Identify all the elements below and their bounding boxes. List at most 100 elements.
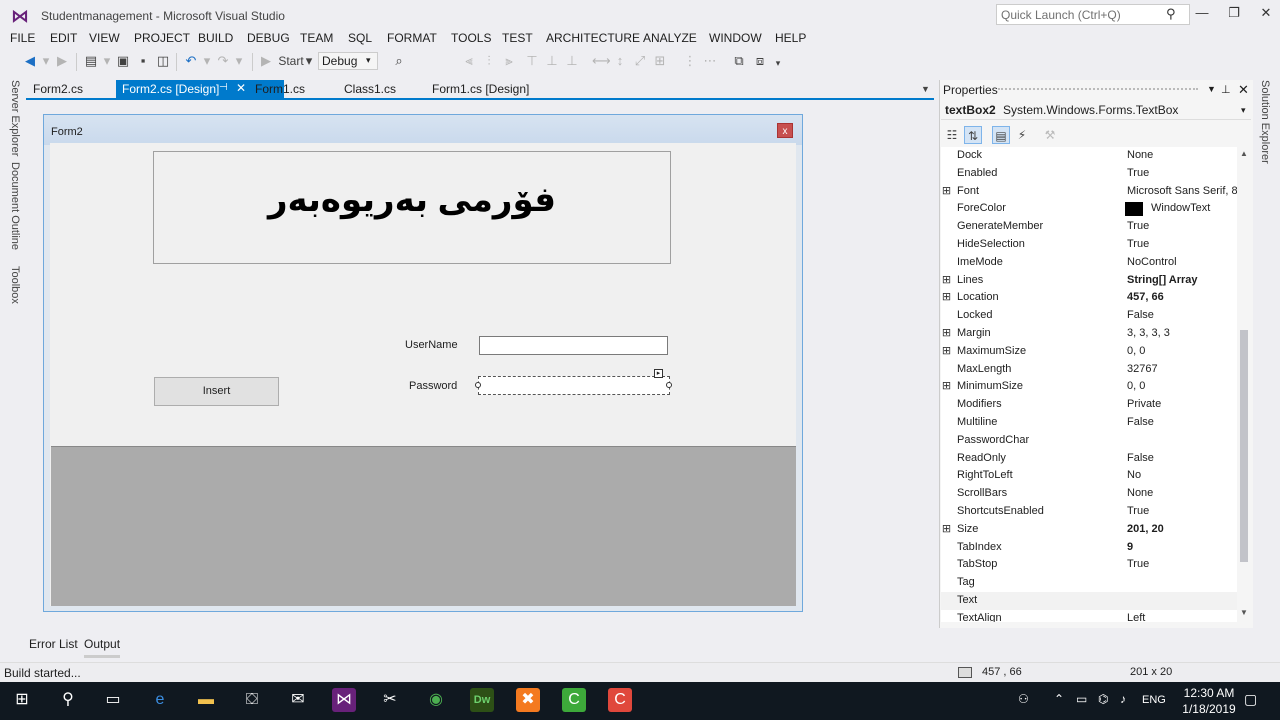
align-tops-icon[interactable]: ⊤ [524,53,540,69]
undo-icon[interactable]: ↶ [183,53,199,69]
xampp-icon[interactable]: ✖ [516,688,540,712]
horizontal-spacing-icon[interactable]: ⋮ [682,53,698,69]
menu-view[interactable]: VIEW [89,31,120,45]
expand-icon[interactable]: ⊞ [941,184,952,197]
categorized-icon[interactable]: ☷ [943,126,961,144]
start-play-icon[interactable]: ▶ [258,53,274,69]
align-bottoms-icon[interactable]: ⊥ [564,53,580,69]
align-rights-icon[interactable]: ⫸ [501,53,517,69]
network-icon[interactable]: ⌬ [1098,692,1108,706]
property-value[interactable]: Left [1127,612,1237,622]
tab-form1-cs[interactable]: Form1.cs [249,80,311,98]
battery-icon[interactable]: ▭ [1076,692,1087,706]
menu-window[interactable]: WINDOW [709,31,762,45]
align-middles-icon[interactable]: ⊥ [544,53,560,69]
redo-icon[interactable]: ↷ [215,53,231,69]
property-value[interactable]: True [1127,167,1237,179]
clock-date[interactable]: 1/18/2019 [1179,702,1239,716]
store-icon[interactable]: ⛋ [240,688,264,712]
header-label[interactable]: فۆرمی بەریوەبەر [153,180,671,220]
property-row-dock[interactable]: Dock None [941,147,1237,165]
menu-build[interactable]: BUILD [198,31,233,45]
property-value[interactable]: True [1127,238,1237,250]
property-row-multiline[interactable]: Multiline False [941,414,1237,432]
find-in-files-icon[interactable]: ⌕ [391,53,407,69]
expand-icon[interactable]: ⊞ [941,379,952,392]
solution-explorer-tab[interactable]: Solution Explorer [1259,80,1271,164]
property-value[interactable]: Private [1127,398,1237,410]
property-row-enabled[interactable]: Enabled True [941,165,1237,183]
input-language[interactable]: ENG [1142,694,1166,706]
redo-dropdown-icon[interactable]: ▾ [231,53,247,69]
properties-icon[interactable]: ▤ [992,126,1010,144]
codeblocks-red-icon[interactable]: C [608,688,632,712]
menu-edit[interactable]: EDIT [50,31,77,45]
alphabetical-icon[interactable]: ⇅ [964,126,982,144]
insert-button[interactable]: Insert [154,377,279,406]
task-view-icon[interactable]: ▭ [101,688,125,712]
make-same-width-icon[interactable]: ⟷ [592,53,611,69]
minimize-button[interactable]: — [1192,5,1212,23]
property-value[interactable]: 3, 3, 3, 3 [1127,327,1237,339]
property-row-size[interactable]: ⊞ Size 201, 20 [941,521,1237,539]
property-row-hideselection[interactable]: HideSelection True [941,236,1237,254]
menu-project[interactable]: PROJECT [134,31,190,45]
property-value[interactable]: No [1127,469,1237,481]
property-row-readonly[interactable]: ReadOnly False [941,450,1237,468]
vertical-spacing-icon[interactable]: ⋯ [702,53,718,69]
property-value[interactable]: True [1127,220,1237,232]
resize-handle-left[interactable] [475,382,481,388]
property-row-tabindex[interactable]: TabIndex 9 [941,539,1237,557]
menu-architecture[interactable]: ARCHITECTURE [546,31,640,45]
mail-icon[interactable]: ✉ [286,688,310,712]
property-value[interactable]: 9 [1127,541,1237,553]
tools-app-icon[interactable]: ✂ [378,688,402,712]
property-value[interactable]: 0, 0 [1127,345,1237,357]
save-all-icon[interactable]: ◫ [155,53,171,69]
expand-icon[interactable]: ⊞ [941,522,952,535]
people-icon[interactable]: ⚇ [1018,692,1029,706]
new-project-icon[interactable]: ▤ [83,53,99,69]
resize-handle-right[interactable] [666,382,672,388]
object-selector[interactable]: textBox2 System.Windows.Forms.TextBox [941,100,1251,120]
menu-help[interactable]: HELP [775,31,806,45]
tab-class1-cs[interactable]: Class1.cs [338,80,402,98]
menu-tools[interactable]: TOOLS [451,31,491,45]
form2-close-button[interactable]: x [777,123,793,138]
property-row-maximumsize[interactable]: ⊞ MaximumSize 0, 0 [941,343,1237,361]
expand-icon[interactable]: ⊞ [941,290,952,303]
property-row-maxlength[interactable]: MaxLength 32767 [941,361,1237,379]
menu-test[interactable]: TEST [502,31,533,45]
property-value[interactable]: Microsoft Sans Serif, 8 [1127,185,1237,197]
property-row-imemode[interactable]: ImeMode NoControl [941,254,1237,272]
username-textbox[interactable] [479,336,668,355]
chrome-icon[interactable]: ◉ [424,688,448,712]
property-row-modifiers[interactable]: Modifiers Private [941,396,1237,414]
property-value[interactable]: WindowText [1151,202,1237,214]
property-row-forecolor[interactable]: ForeColor WindowText [941,200,1237,218]
codeblocks-icon[interactable]: C [562,688,586,712]
configuration-dropdown-icon[interactable]: ▾ [366,55,371,66]
windows-start-icon[interactable]: ⊞ [10,688,34,712]
navigate-back-icon[interactable]: ◀ [22,53,38,69]
menu-analyze[interactable]: ANALYZE [643,31,697,45]
property-row-generatemember[interactable]: GenerateMember True [941,218,1237,236]
object-selector-dropdown-icon[interactable]: ▾ [1241,105,1246,116]
property-value[interactable]: False [1127,416,1237,428]
window-position-dropdown-icon[interactable]: ▼ [1207,84,1216,94]
property-row-font[interactable]: ⊞ Font Microsoft Sans Serif, 8 [941,183,1237,201]
events-icon[interactable]: ⚡ [1013,126,1031,144]
menu-file[interactable]: FILE [10,31,35,45]
save-icon[interactable]: ▪ [135,53,151,69]
search-icon[interactable]: ⚲ [1166,6,1176,22]
property-row-textalign[interactable]: TextAlign Left [941,610,1237,622]
quick-launch-input[interactable]: Quick Launch (Ctrl+Q) [996,4,1190,25]
property-value[interactable]: 201, 20 [1127,523,1237,535]
scroll-down-icon[interactable]: ▼ [1240,608,1248,617]
property-value[interactable]: None [1127,149,1237,161]
data-grid-view[interactable] [51,446,796,606]
property-row-shortcutsenabled[interactable]: ShortcutsEnabled True [941,503,1237,521]
property-row-lines[interactable]: ⊞ Lines String[] Array [941,272,1237,290]
document-outline-tab[interactable]: Document Outline [9,162,21,250]
property-row-margin[interactable]: ⊞ Margin 3, 3, 3, 3 [941,325,1237,343]
